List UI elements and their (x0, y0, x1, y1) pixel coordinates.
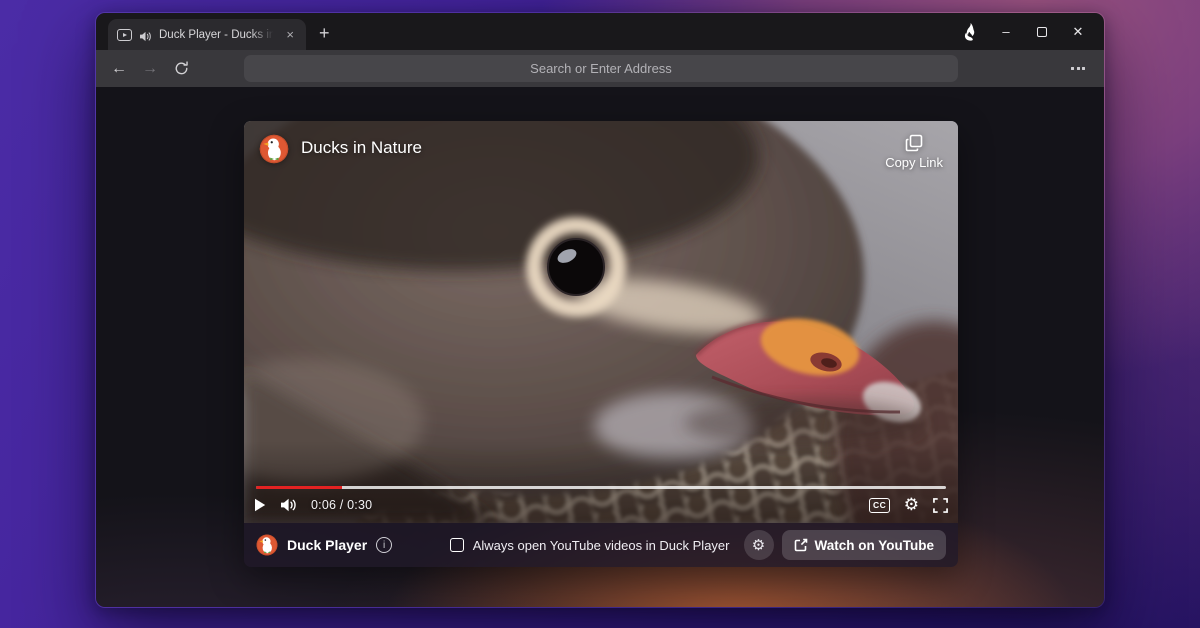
always-open-checkbox[interactable] (450, 538, 464, 552)
window-controls: – ✕ (952, 13, 1096, 50)
duck-player: Ducks in Nature Copy Link (244, 121, 958, 567)
reload-button[interactable] (168, 56, 194, 82)
video-top-overlay: Ducks in Nature Copy Link (244, 121, 958, 183)
close-window-button[interactable]: ✕ (1060, 13, 1096, 50)
settings-button[interactable]: ⚙ (904, 497, 919, 514)
info-icon: i (383, 540, 385, 551)
video-surface[interactable]: Ducks in Nature Copy Link (244, 121, 958, 523)
new-tab-button[interactable]: + (319, 23, 330, 43)
address-input[interactable] (244, 55, 958, 82)
video-title: Ducks in Nature (301, 138, 422, 158)
page-content: Ducks in Nature Copy Link (96, 87, 1104, 608)
copy-link-label: Copy Link (885, 155, 943, 170)
volume-button[interactable] (280, 498, 298, 512)
external-link-icon (794, 538, 808, 552)
time-display: 0:06 / 0:30 (311, 498, 372, 512)
maximize-icon (1037, 27, 1047, 37)
gear-icon: ⚙ (752, 538, 765, 553)
always-open-setting[interactable]: Always open YouTube videos in Duck Playe… (450, 538, 730, 553)
progress-played (256, 486, 342, 490)
close-tab-icon[interactable]: × (283, 26, 297, 43)
always-open-label: Always open YouTube videos in Duck Playe… (473, 538, 730, 553)
overflow-menu-icon (1071, 67, 1074, 70)
copy-icon (905, 134, 923, 152)
audio-playing-icon (139, 29, 152, 40)
gear-icon: ⚙ (904, 497, 919, 514)
maximize-button[interactable] (1024, 13, 1060, 50)
play-icon (254, 498, 266, 512)
tab-title: Duck Player - Ducks in Nature (159, 29, 276, 41)
copy-link-button[interactable]: Copy Link (885, 134, 943, 170)
overflow-menu-button[interactable] (1065, 50, 1091, 87)
volume-icon (280, 498, 298, 512)
fire-icon (963, 23, 978, 41)
duckduckgo-logo (259, 134, 289, 164)
navigation-toolbar: ← → (96, 50, 1104, 87)
fullscreen-button[interactable] (933, 498, 948, 513)
duck-player-bar: Duck Player i Always open YouTube videos… (244, 523, 958, 567)
active-tab[interactable]: Duck Player - Ducks in Nature × (108, 19, 306, 50)
info-button[interactable]: i (376, 537, 392, 553)
address-bar[interactable] (244, 55, 958, 82)
progress-bar[interactable] (256, 486, 946, 490)
fire-button[interactable] (952, 13, 988, 50)
player-settings-button[interactable]: ⚙ (744, 530, 774, 560)
back-button[interactable]: ← (106, 56, 132, 82)
fullscreen-icon (933, 498, 948, 513)
minimize-button[interactable]: – (988, 13, 1024, 50)
watch-on-youtube-label: Watch on YouTube (815, 538, 935, 553)
video-controls: 0:06 / 0:30 CC ⚙ (254, 490, 948, 520)
reload-icon (174, 61, 189, 76)
tab-bar: Duck Player - Ducks in Nature × + – ✕ (96, 13, 1104, 50)
duckduckgo-logo-small (256, 534, 278, 556)
watch-on-youtube-button[interactable]: Watch on YouTube (782, 530, 947, 560)
duck-player-label: Duck Player (287, 537, 367, 553)
captions-button[interactable]: CC (869, 498, 889, 513)
forward-button[interactable]: → (137, 56, 163, 82)
play-button[interactable] (254, 498, 266, 512)
cc-icon: CC (869, 498, 889, 513)
desktop-background: Duck Player - Ducks in Nature × + – ✕ (0, 0, 1200, 628)
browser-window: Duck Player - Ducks in Nature × + – ✕ (95, 12, 1105, 608)
video-player-icon (117, 29, 132, 41)
